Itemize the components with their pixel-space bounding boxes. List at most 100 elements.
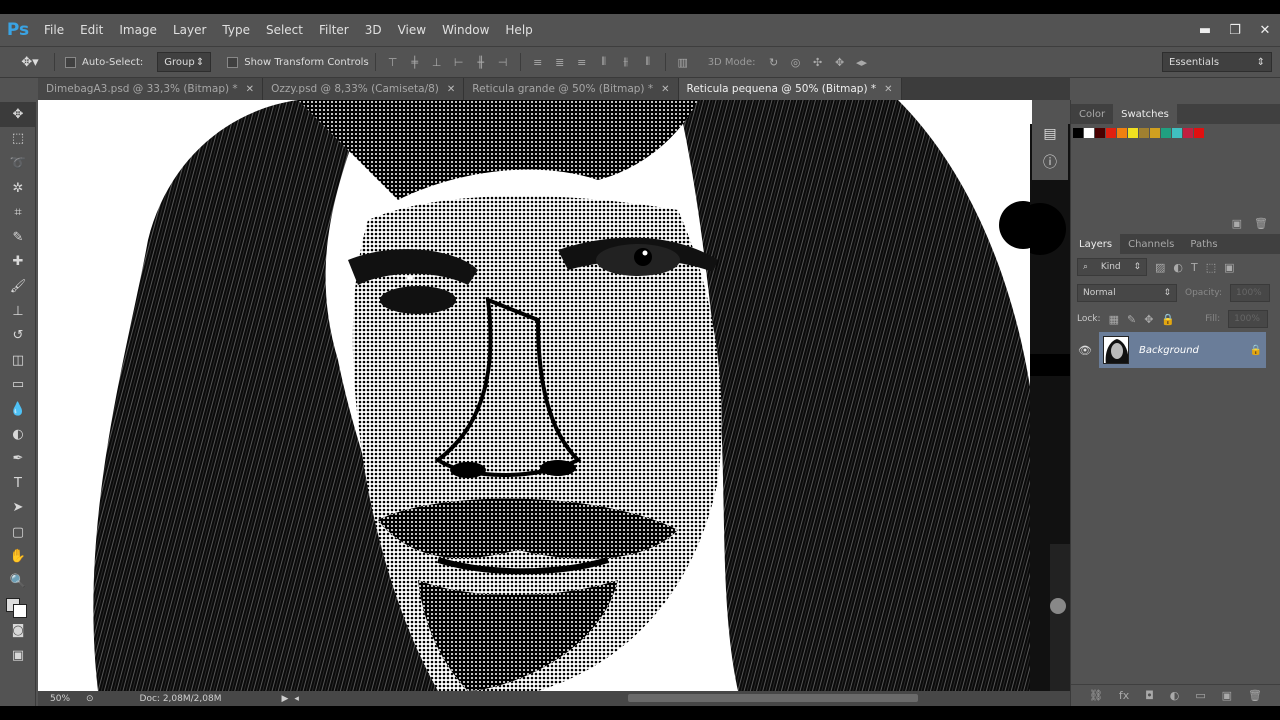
- workspace-dropdown[interactable]: Essentials ⇕: [1162, 52, 1272, 72]
- swatch[interactable]: [1194, 128, 1204, 138]
- lock-all-icon[interactable]: 🔒: [1161, 313, 1175, 326]
- document-tab-active[interactable]: Reticula pequena @ 50% (Bitmap) * ✕: [678, 78, 902, 100]
- menu-image[interactable]: Image: [111, 14, 165, 46]
- type-tool-icon[interactable]: T: [0, 471, 36, 496]
- tab-channels[interactable]: Channels: [1120, 234, 1182, 254]
- lock-position-icon[interactable]: ✥: [1144, 313, 1153, 326]
- lock-pixels-icon[interactable]: ✎: [1127, 313, 1136, 326]
- distribute-left-icon[interactable]: ⫴: [596, 55, 612, 69]
- hand-tool-icon[interactable]: ✋: [0, 545, 36, 570]
- fx-icon[interactable]: fx: [1119, 689, 1129, 702]
- distribute-top-icon[interactable]: ≡: [530, 55, 546, 69]
- color-swatches-icon[interactable]: [0, 594, 36, 619]
- menu-select[interactable]: Select: [258, 14, 311, 46]
- filter-adjustment-icon[interactable]: ◐: [1173, 261, 1183, 274]
- fill-field[interactable]: 100%: [1228, 310, 1269, 328]
- align-bottom-icon[interactable]: ⊥: [429, 55, 445, 69]
- 3d-pan-icon[interactable]: ✣: [810, 55, 826, 69]
- link-layers-icon[interactable]: ⛓: [1089, 689, 1103, 702]
- 3d-rotate-icon[interactable]: ↻: [766, 55, 782, 69]
- lasso-tool-icon[interactable]: ➰: [0, 151, 36, 176]
- swatch[interactable]: [1150, 128, 1160, 138]
- filter-pixel-icon[interactable]: ▨: [1155, 261, 1165, 274]
- path-selection-tool-icon[interactable]: ➤: [0, 496, 36, 521]
- align-right-icon[interactable]: ⊣: [495, 55, 511, 69]
- zoom-tool-icon[interactable]: 🔍: [0, 569, 36, 594]
- opacity-field[interactable]: 100%: [1230, 284, 1270, 302]
- blur-tool-icon[interactable]: 💧: [0, 397, 36, 422]
- new-swatch-icon[interactable]: ▣: [1232, 217, 1242, 230]
- kind-filter-dropdown[interactable]: ⌕ Kind ⇕: [1077, 258, 1147, 276]
- 3d-slide-icon[interactable]: ✥: [832, 55, 848, 69]
- close-icon[interactable]: ✕: [246, 84, 254, 95]
- move-tool-preset-icon[interactable]: ✥▾: [12, 55, 48, 70]
- shape-tool-icon[interactable]: ▢: [0, 520, 36, 545]
- menu-view[interactable]: View: [390, 14, 434, 46]
- swatch[interactable]: [1161, 128, 1171, 138]
- horizontal-scrollbar[interactable]: [628, 694, 918, 702]
- gradient-tool-icon[interactable]: ▭: [0, 373, 36, 398]
- eyedropper-tool-icon[interactable]: ✎: [0, 225, 36, 250]
- new-group-icon[interactable]: ▭: [1195, 689, 1205, 702]
- menu-file[interactable]: File: [36, 14, 72, 46]
- align-vcenter-icon[interactable]: ╪: [407, 55, 423, 69]
- tab-layers[interactable]: Layers: [1071, 234, 1121, 254]
- swatch[interactable]: [1084, 128, 1094, 138]
- menu-type[interactable]: Type: [214, 14, 258, 46]
- restore-button[interactable]: ❐: [1220, 14, 1250, 46]
- auto-select-dropdown[interactable]: Group ⇕: [157, 52, 212, 72]
- crop-tool-icon[interactable]: ⌗: [0, 200, 36, 225]
- show-transform-checkbox[interactable]: Show Transform Controls: [227, 56, 369, 68]
- swatch[interactable]: [1172, 128, 1182, 138]
- filter-shape-icon[interactable]: ⬚: [1206, 261, 1216, 274]
- close-icon[interactable]: ✕: [447, 84, 455, 95]
- menu-edit[interactable]: Edit: [72, 14, 111, 46]
- menu-layer[interactable]: Layer: [165, 14, 214, 46]
- trash-icon[interactable]: 🗑: [1254, 217, 1268, 230]
- menu-help[interactable]: Help: [497, 14, 540, 46]
- distribute-vcenter-icon[interactable]: ≣: [552, 55, 568, 69]
- lock-transparent-icon[interactable]: ▦: [1109, 313, 1119, 326]
- tab-paths[interactable]: Paths: [1182, 234, 1225, 254]
- close-icon[interactable]: ✕: [661, 84, 669, 95]
- swatch[interactable]: [1183, 128, 1193, 138]
- auto-select-checkbox[interactable]: Auto-Select:: [65, 56, 143, 68]
- marquee-tool-icon[interactable]: ⬚: [0, 127, 36, 152]
- visibility-eye-icon[interactable]: 👁: [1071, 344, 1099, 357]
- align-hcenter-icon[interactable]: ╫: [473, 55, 489, 69]
- align-top-icon[interactable]: ⊤: [385, 55, 401, 69]
- scroll-left-icon[interactable]: ◂: [294, 694, 299, 704]
- history-brush-tool-icon[interactable]: ↺: [0, 323, 36, 348]
- add-mask-icon[interactable]: ◘: [1145, 689, 1154, 702]
- distribute-bottom-icon[interactable]: ≡: [574, 55, 590, 69]
- blend-mode-dropdown[interactable]: Normal ⇕: [1077, 284, 1177, 302]
- menu-window[interactable]: Window: [434, 14, 497, 46]
- play-arrow-icon[interactable]: ▶: [281, 694, 288, 704]
- adjustment-layer-icon[interactable]: ◐: [1170, 689, 1180, 702]
- new-layer-icon[interactable]: ▣: [1222, 689, 1232, 702]
- swatch[interactable]: [1095, 128, 1105, 138]
- 3d-roll-icon[interactable]: ◎: [788, 55, 804, 69]
- swatch[interactable]: [1073, 128, 1083, 138]
- clone-stamp-tool-icon[interactable]: ⊥: [0, 299, 36, 324]
- info-panel-icon[interactable]: ⓘ: [1032, 148, 1068, 176]
- screen-mode-icon[interactable]: ▣: [0, 643, 36, 668]
- filter-smart-object-icon[interactable]: ▣: [1224, 261, 1234, 274]
- document-tab[interactable]: DimebagA3.psd @ 33,3% (Bitmap) * ✕: [38, 78, 264, 100]
- align-left-icon[interactable]: ⊢: [451, 55, 467, 69]
- distribute-hcenter-icon[interactable]: ⫵: [618, 55, 634, 69]
- document-canvas[interactable]: [38, 100, 1032, 691]
- document-tab[interactable]: Ozzy.psd @ 8,33% (Camiseta/8) ✕: [263, 78, 465, 100]
- trash-icon[interactable]: 🗑: [1248, 689, 1262, 702]
- move-tool-icon[interactable]: ✥: [0, 102, 36, 127]
- tab-swatches[interactable]: Swatches: [1113, 104, 1177, 124]
- zoom-level[interactable]: 50%: [38, 694, 78, 704]
- magic-wand-tool-icon[interactable]: ✲: [0, 176, 36, 201]
- swatch[interactable]: [1106, 128, 1116, 138]
- quick-mask-icon[interactable]: ◙: [0, 618, 36, 643]
- close-window-button[interactable]: ✕: [1250, 14, 1280, 46]
- healing-brush-tool-icon[interactable]: ✚: [0, 250, 36, 275]
- eraser-tool-icon[interactable]: ◫: [0, 348, 36, 373]
- brush-tool-icon[interactable]: 🖌: [0, 274, 36, 299]
- menu-3d[interactable]: 3D: [357, 14, 390, 46]
